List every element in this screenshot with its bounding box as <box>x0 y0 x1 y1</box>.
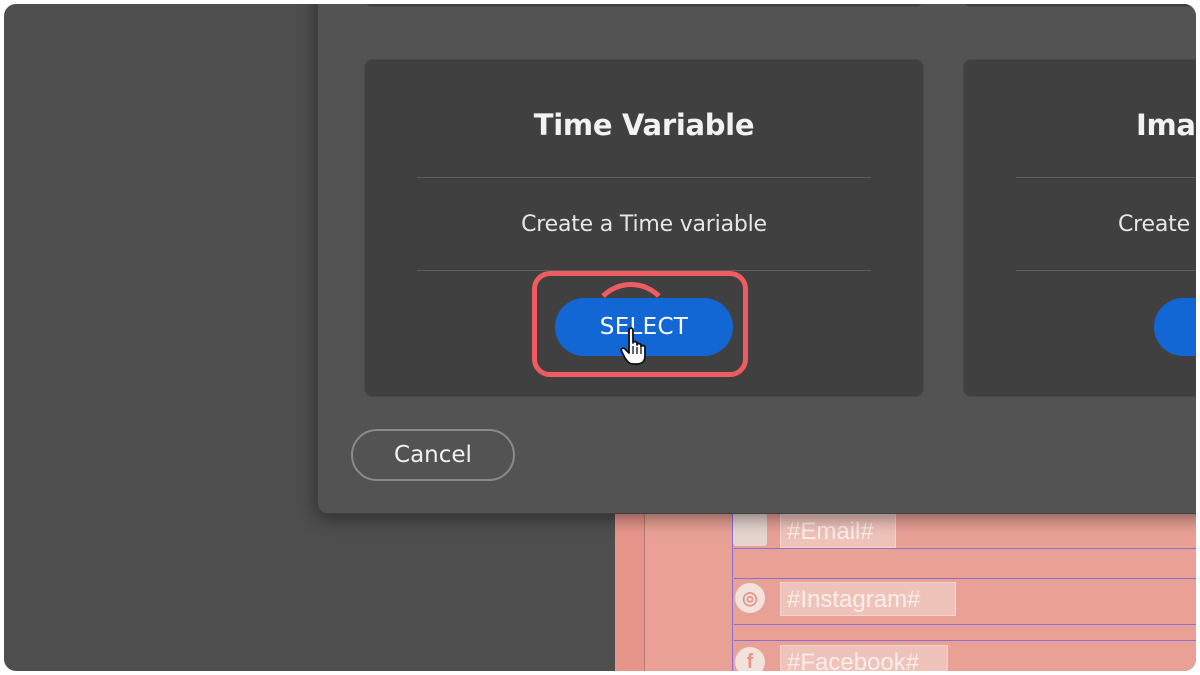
card-divider <box>1016 177 1196 178</box>
facebook-icon: f <box>733 645 767 671</box>
card-divider <box>417 177 871 178</box>
screen-frame: #Email# ◎ #Instagram# f #Facebook# Time … <box>4 4 1196 671</box>
time-variable-card[interactable]: Time Variable Create a Time variable SEL… <box>364 59 924 397</box>
guide-line <box>734 578 1196 579</box>
card-divider <box>1016 270 1196 271</box>
email-icon <box>733 512 767 546</box>
card-top-partial-right <box>963 4 1196 7</box>
variable-type-dialog: Time Variable Create a Time variable SEL… <box>317 4 1196 514</box>
facebook-field[interactable]: #Facebook# <box>780 645 948 671</box>
hand-pointer-cursor-icon <box>620 327 646 365</box>
image-variable-card[interactable]: Imag Create a <box>963 59 1196 397</box>
card-description: Create a Time variable <box>521 212 767 237</box>
instagram-field[interactable]: #Instagram# <box>780 582 956 616</box>
email-field[interactable]: #Email# <box>780 514 896 548</box>
instagram-icon: ◎ <box>733 581 767 615</box>
cancel-button[interactable]: Cancel <box>351 429 515 481</box>
card-top-partial-left <box>364 4 924 7</box>
card-title: Imag <box>1136 108 1196 142</box>
guide-line <box>734 640 1196 641</box>
select-button-partial[interactable] <box>1154 298 1196 356</box>
card-description: Create a <box>1118 212 1196 237</box>
card-title: Time Variable <box>533 108 755 142</box>
guide-line <box>734 624 1196 625</box>
